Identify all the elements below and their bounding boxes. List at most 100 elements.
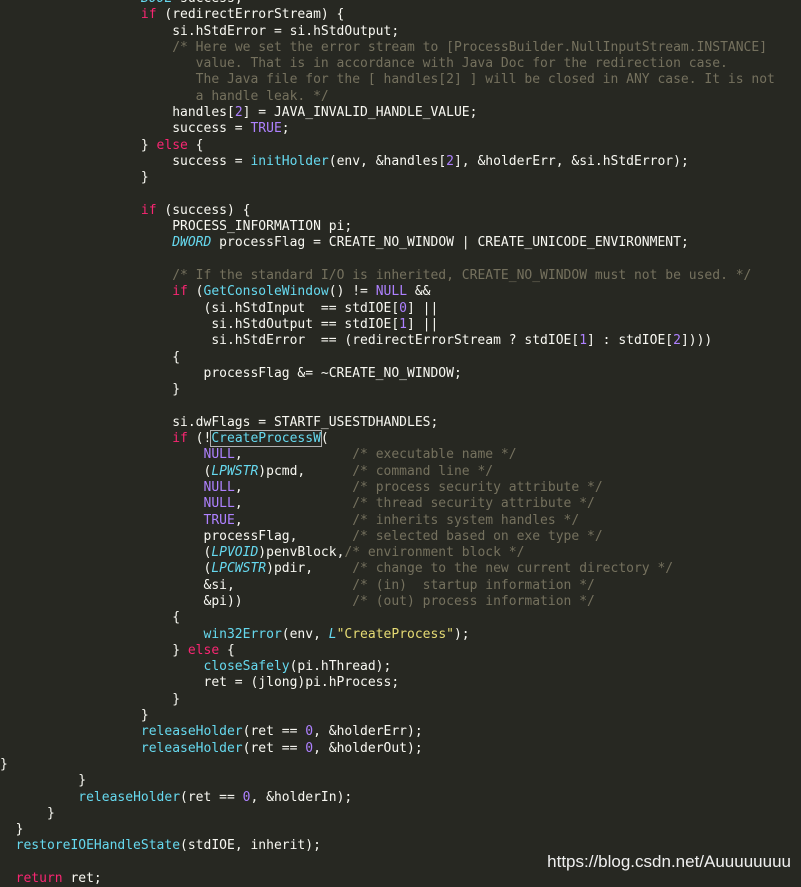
code-token: a handle leak. */ <box>109 88 329 104</box>
code-line: return ret; <box>0 871 801 887</box>
code-line: { <box>0 610 801 626</box>
code-token: else <box>187 642 220 658</box>
code-token: ] = JAVA_INVALID_HANDLE_VALUE; <box>242 105 478 121</box>
code-line: } else { <box>0 643 801 659</box>
code-token: } <box>0 805 55 821</box>
code-token: LPWSTR <box>211 463 259 479</box>
code-token: LPCWSTR <box>211 561 267 577</box>
code-token: (si.hStdInput == stdIOE[ <box>109 300 400 316</box>
code-token: if <box>172 431 188 447</box>
code-token: closeSafely <box>203 659 290 675</box>
code-token: ]))) <box>680 333 713 349</box>
code-token: } <box>0 756 8 772</box>
code-token: } <box>109 137 157 153</box>
code-token: (env, &handles[ <box>328 153 447 169</box>
code-token: processFlag &= ~CREATE_NO_WINDOW; <box>109 365 462 381</box>
code-line: PROCESS_INFORMATION pi; <box>0 219 801 235</box>
code-line: } <box>0 692 801 708</box>
code-line: si.dwFlags = STARTF_USESTDHANDLES; <box>0 415 801 431</box>
code-token: } <box>109 170 149 186</box>
code-token: si.hStdError = si.hStdOutput; <box>109 23 400 39</box>
code-token: 1 <box>579 333 588 349</box>
code-line: &pi)) /* (out) process information */ <box>0 594 801 610</box>
code-token: } <box>0 822 24 838</box>
code-token: 1 <box>399 316 407 332</box>
code-token: { <box>109 610 181 626</box>
code-token: NULL <box>375 284 408 300</box>
code-token: (pi.hThread); <box>289 659 392 675</box>
code-token: ( <box>109 463 212 479</box>
code-token: /* inherits system handles */ <box>352 512 580 528</box>
code-token: &si, <box>109 577 353 593</box>
code-line: { <box>0 350 801 366</box>
code-token: si.dwFlags = STARTF_USESTDHANDLES; <box>109 414 439 430</box>
code-line: releaseHolder(ret == 0, &holderOut); <box>0 741 801 757</box>
code-token: )pdir, <box>266 561 353 577</box>
code-token: NULL <box>203 496 235 512</box>
code-line: closeSafely(pi.hThread); <box>0 659 801 675</box>
code-line: } <box>0 806 801 822</box>
code-editor[interactable]: BOOL success; if (redirectErrorStream) {… <box>0 0 801 887</box>
code-token: , &holderIn); <box>250 789 353 805</box>
code-line: (LPWSTR)pcmd, /* command line */ <box>0 464 801 480</box>
code-token: (redirectErrorStream) { <box>156 7 345 23</box>
code-line: releaseHolder(ret == 0, &holderErr); <box>0 724 801 740</box>
code-line: handles[2] = JAVA_INVALID_HANDLE_VALUE; <box>0 105 801 121</box>
code-token: ); <box>453 626 470 642</box>
code-token: NULL <box>203 479 235 495</box>
code-token: /* thread security attribute */ <box>352 496 595 512</box>
code-token: (! <box>187 431 212 447</box>
code-token: handles[ <box>109 105 235 121</box>
code-token: releaseHolder <box>140 740 243 756</box>
code-token: success; <box>172 0 243 6</box>
code-token: 2 <box>446 153 454 169</box>
code-token: ; <box>281 121 290 137</box>
code-line: if (redirectErrorStream) { <box>0 7 801 23</box>
code-token: "CreateProcess" <box>336 626 454 642</box>
code-token: (ret == <box>180 789 243 805</box>
watermark: https://blog.csdn.net/Auuuuuuuu <box>547 852 791 871</box>
code-token: (env, <box>281 626 329 642</box>
code-line: NULL, /* process security attribute */ <box>0 480 801 496</box>
code-token: /* selected based on exe type */ <box>352 528 603 544</box>
code-token: if <box>140 7 157 23</box>
code-line: } <box>0 708 801 724</box>
code-line: &si, /* (in) startup information */ <box>0 578 801 594</box>
code-token: success = <box>109 153 251 169</box>
code-token: TRUE <box>250 121 282 137</box>
code-token: } <box>109 382 181 398</box>
code-token: restoreIOEHandleState <box>15 838 181 854</box>
code-line: } <box>0 757 801 773</box>
code-token: LPVOID <box>211 545 259 561</box>
code-token: ( <box>320 431 329 447</box>
code-token: value. That is in accordance with Java D… <box>109 56 728 72</box>
code-token: 0 <box>399 300 407 316</box>
code-line: si.hStdOutput == stdIOE[1] || <box>0 317 801 333</box>
code-token: , <box>234 447 353 463</box>
code-token: 0 <box>305 724 314 740</box>
code-token: (ret == <box>242 740 306 756</box>
code-token: BOOL <box>141 0 172 6</box>
code-line: BOOL success; <box>0 0 801 7</box>
code-token: /* If the standard I/O is inherited, CRE… <box>172 268 752 284</box>
code-token: (stdIOE, inherit); <box>180 838 321 854</box>
code-token: DWORD <box>172 235 212 251</box>
code-line: win32Error(env, L"CreateProcess"); <box>0 627 801 643</box>
code-token: { <box>187 137 204 153</box>
code-line: DWORD processFlag = CREATE_NO_WINDOW | C… <box>0 235 801 251</box>
code-token: , <box>234 479 353 495</box>
code-line: NULL, /* thread security attribute */ <box>0 496 801 512</box>
code-token: L <box>328 626 337 642</box>
